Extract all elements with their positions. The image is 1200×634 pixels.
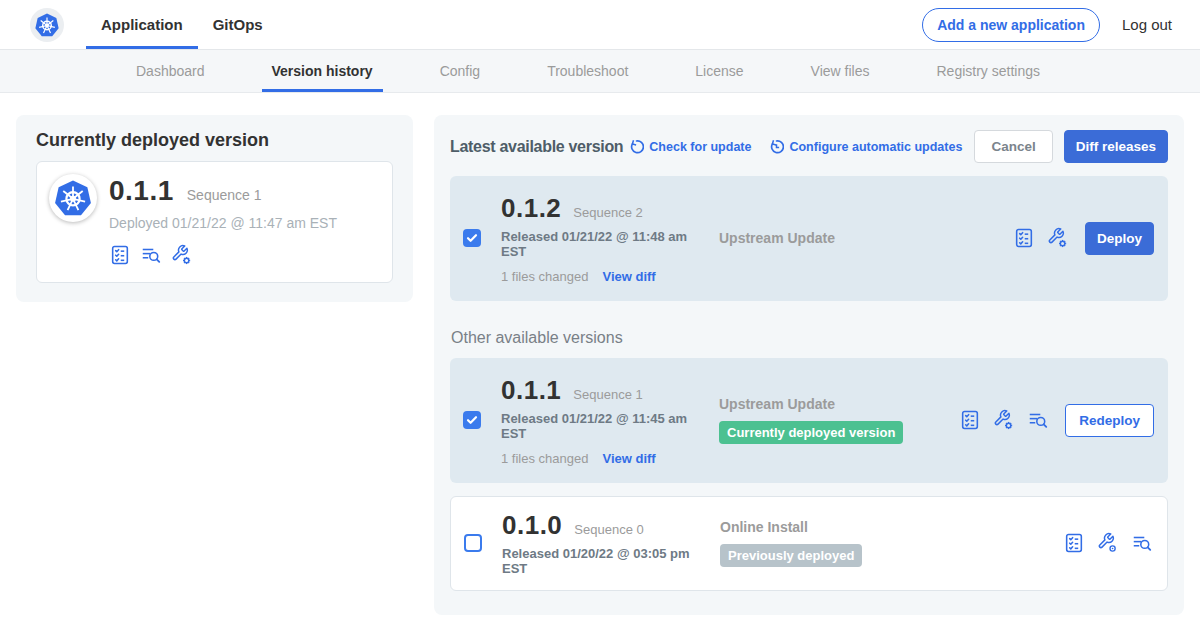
config-view-icon[interactable] (1097, 532, 1119, 554)
config-icon[interactable] (993, 409, 1015, 431)
version-released: Released 01/20/22 @ 03:05 pm EST (502, 547, 694, 577)
refresh-icon (629, 139, 644, 154)
schedule-icon (769, 139, 784, 154)
tab-gitops[interactable]: GitOps (198, 0, 278, 49)
version-checkbox[interactable] (463, 411, 481, 429)
subnav-view-files[interactable]: View files (801, 50, 880, 92)
version-number: 0.1.2 (501, 193, 561, 224)
deployed-sequence: Sequence 1 (187, 187, 262, 203)
currently-deployed-panel: Currently deployed version 0.1.1 Sequenc… (16, 115, 413, 302)
deployed-version-number: 0.1.1 (109, 175, 174, 207)
version-number: 0.1.1 (501, 375, 561, 406)
release-notes-icon[interactable] (1063, 532, 1085, 554)
files-changed: 1 files changed (501, 269, 588, 284)
subnav-version-history[interactable]: Version history (262, 50, 383, 92)
check-for-update-link[interactable]: Check for update (629, 139, 751, 154)
logout-link[interactable]: Log out (1122, 16, 1172, 33)
app-subnav: Dashboard Version history Config Trouble… (0, 50, 1200, 93)
version-released: Released 01/21/22 @ 11:45 am EST (501, 412, 693, 442)
previously-deployed-badge: Previously deployed (720, 544, 862, 567)
tab-application[interactable]: Application (86, 0, 198, 49)
version-checkbox[interactable] (464, 534, 482, 552)
view-files-icon[interactable] (140, 244, 162, 266)
view-files-icon[interactable] (1131, 532, 1153, 554)
kubernetes-logo (30, 8, 64, 42)
top-bar: Application GitOps Add a new application… (0, 0, 1200, 50)
view-diff-link[interactable]: View diff (602, 451, 655, 466)
version-sequence: Sequence 2 (573, 205, 642, 220)
view-diff-link[interactable]: View diff (602, 269, 655, 284)
diff-releases-button[interactable]: Diff releases (1064, 130, 1168, 163)
version-source: Upstream Update (719, 396, 959, 412)
version-checkbox[interactable] (463, 229, 481, 247)
latest-available-title: Latest available version (450, 138, 623, 156)
currently-deployed-title: Currently deployed version (36, 130, 393, 151)
add-application-button[interactable]: Add a new application (922, 8, 1100, 42)
config-icon[interactable] (1047, 227, 1069, 249)
version-source: Online Install (720, 519, 1063, 535)
currently-deployed-badge: Currently deployed version (719, 421, 903, 444)
other-versions-title: Other available versions (450, 329, 1168, 347)
version-source: Upstream Update (719, 230, 1013, 246)
version-row-0-1-2: 0.1.2 Sequence 2 Released 01/21/22 @ 11:… (450, 176, 1168, 301)
version-row-0-1-0: 0.1.0 Sequence 0 Released 01/20/22 @ 03:… (450, 496, 1168, 591)
subnav-troubleshoot[interactable]: Troubleshoot (537, 50, 638, 92)
deployed-timestamp: Deployed 01/21/22 @ 11:47 am EST (109, 215, 337, 231)
subnav-license[interactable]: License (685, 50, 753, 92)
config-icon[interactable] (171, 244, 193, 266)
files-changed: 1 files changed (501, 451, 588, 466)
version-sequence: Sequence 0 (574, 522, 643, 537)
subnav-config[interactable]: Config (430, 50, 490, 92)
cancel-button[interactable]: Cancel (974, 130, 1052, 163)
version-number: 0.1.0 (502, 510, 562, 541)
subnav-dashboard[interactable]: Dashboard (126, 50, 215, 92)
redeploy-button[interactable]: Redeploy (1065, 404, 1154, 437)
top-tabs: Application GitOps (86, 0, 278, 49)
release-notes-icon[interactable] (1013, 227, 1035, 249)
version-history-panel: Latest available version Check for updat… (434, 115, 1184, 615)
version-released: Released 01/21/22 @ 11:48 am EST (501, 230, 693, 260)
subnav-registry-settings[interactable]: Registry settings (926, 50, 1049, 92)
version-row-0-1-1: 0.1.1 Sequence 1 Released 01/21/22 @ 11:… (450, 358, 1168, 483)
app-icon (49, 174, 97, 222)
configure-automatic-updates-link[interactable]: Configure automatic updates (769, 139, 962, 154)
deploy-button[interactable]: Deploy (1085, 222, 1154, 255)
view-files-icon[interactable] (1027, 409, 1049, 431)
release-notes-icon[interactable] (959, 409, 981, 431)
release-notes-icon[interactable] (109, 244, 131, 266)
version-sequence: Sequence 1 (573, 387, 642, 402)
deployed-version-card: 0.1.1 Sequence 1 Deployed 01/21/22 @ 11:… (36, 161, 393, 283)
